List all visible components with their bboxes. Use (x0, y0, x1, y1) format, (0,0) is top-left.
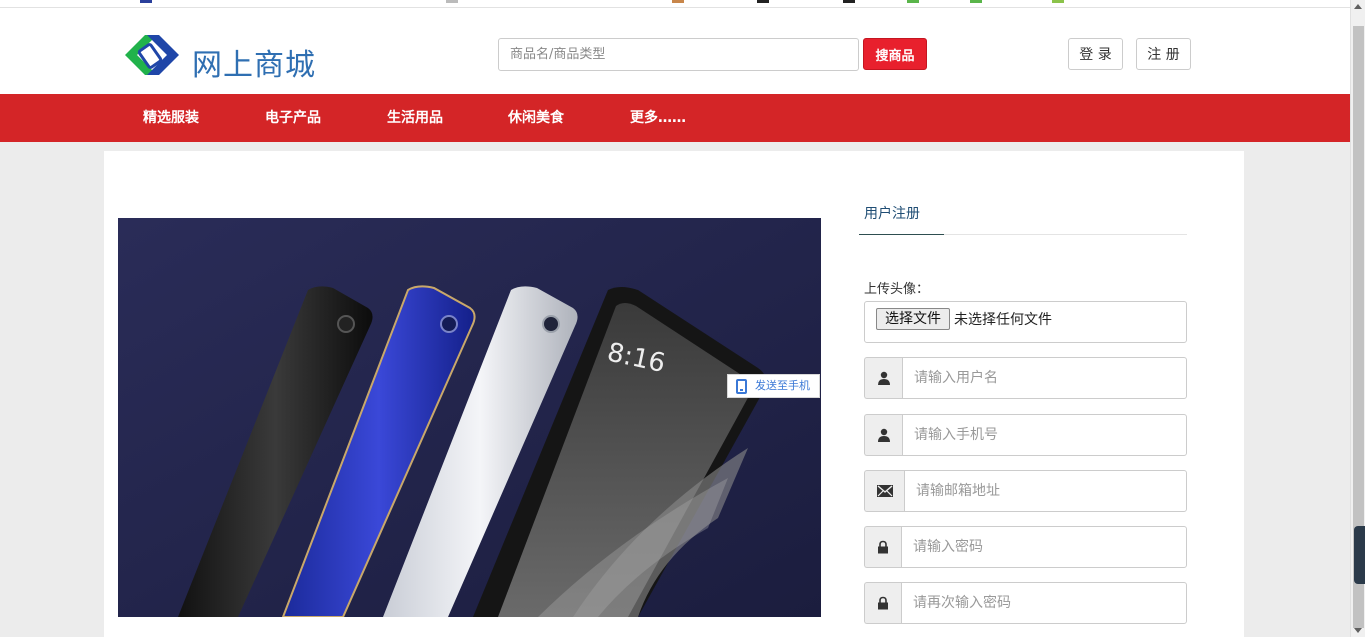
lock-icon (864, 582, 901, 624)
envelope-icon (864, 470, 904, 512)
scroll-down-arrow-icon[interactable] (1354, 628, 1362, 633)
search-input[interactable] (498, 38, 859, 71)
phone-input[interactable] (902, 414, 1187, 456)
side-widget-tab[interactable] (1354, 526, 1365, 584)
file-status-text: 未选择任何文件 (954, 312, 1052, 328)
site-name[interactable]: 网上商城 (192, 40, 316, 84)
tab-user-register[interactable]: 用户注册 (859, 203, 944, 235)
login-button[interactable]: 登 录 (1068, 38, 1123, 70)
user-icon (864, 414, 902, 456)
confirm-password-group (864, 582, 1187, 624)
email-input[interactable] (904, 470, 1187, 512)
send-to-phone-button[interactable]: 发送至手机 (727, 374, 820, 398)
password-input[interactable] (901, 526, 1187, 568)
nav-item-clothing[interactable]: 精选服装 (143, 94, 199, 142)
phone-icon (736, 379, 747, 394)
scroll-up-arrow-icon[interactable] (1354, 4, 1362, 9)
username-group (864, 357, 1187, 399)
user-icon (864, 357, 902, 399)
lock-icon (864, 526, 901, 568)
nav-item-snacks[interactable]: 休闲美食 (508, 94, 564, 142)
email-group (864, 470, 1187, 512)
register-button[interactable]: 注 册 (1136, 38, 1191, 70)
category-nav: 精选服装 电子产品 生活用品 休闲美食 更多…… (0, 94, 1350, 142)
phones-image: 8:16 (118, 218, 821, 617)
tab-divider (944, 234, 1187, 235)
logo-icon (125, 35, 179, 75)
choose-file-button[interactable]: 选择文件 (876, 308, 950, 330)
upload-avatar-label: 上传头像： (864, 282, 930, 297)
search-button[interactable]: 搜商品 (863, 38, 927, 70)
confirm-password-input[interactable] (901, 582, 1187, 624)
nav-item-daily-goods[interactable]: 生活用品 (387, 94, 443, 142)
phone-group (864, 414, 1187, 456)
site-header: 网上商城 搜商品 登 录 注 册 (0, 8, 1350, 94)
nav-item-more[interactable]: 更多…… (630, 94, 686, 142)
top-strip (0, 0, 1350, 8)
password-group (864, 526, 1187, 568)
product-banner[interactable]: 8:16 (118, 218, 821, 617)
avatar-file-input[interactable]: 选择文件 未选择任何文件 (864, 301, 1187, 343)
nav-item-electronics[interactable]: 电子产品 (265, 94, 321, 142)
username-input[interactable] (902, 357, 1187, 399)
